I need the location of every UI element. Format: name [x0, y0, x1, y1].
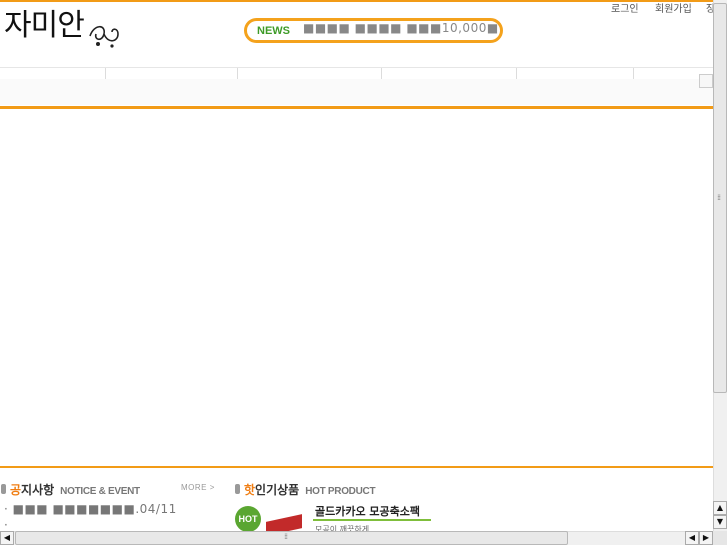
- product-underline: [313, 519, 431, 521]
- scroll-right-button[interactable]: ▶: [699, 531, 713, 545]
- product-name[interactable]: 골드카카오 모공축소팩: [315, 503, 420, 519]
- sub-nav-bar: [0, 79, 713, 105]
- scroll-up-button[interactable]: ▲: [713, 501, 727, 515]
- news-label: NEWS: [257, 25, 290, 37]
- vertical-scroll-thumb[interactable]: ⁞⁞: [713, 3, 727, 393]
- scroll-left-button-right[interactable]: ◀: [685, 531, 699, 545]
- hot-badge: HOT: [235, 506, 261, 532]
- nav-separator: [105, 68, 106, 79]
- section-bullet-icon: [1, 484, 6, 494]
- section-bullet-icon: [235, 484, 240, 494]
- grip-icon: ⁞⁞: [717, 193, 721, 202]
- logo-text: 자미안: [4, 8, 85, 43]
- notice-item[interactable]: · ■■■ ■■■■■■■.04/11: [4, 502, 177, 516]
- join-link[interactable]: 회원가입: [655, 0, 692, 15]
- notice-title: 공지사항 NOTICE & EVENT: [10, 483, 140, 497]
- login-link[interactable]: 로그인: [611, 0, 639, 15]
- nav-separator: [381, 68, 382, 79]
- scroll-left-button[interactable]: ◀: [0, 531, 14, 545]
- content-divider: [0, 466, 713, 468]
- logo-swirl-icon: [89, 25, 119, 48]
- site-logo[interactable]: 자미안: [4, 6, 124, 58]
- header-divider: [0, 106, 713, 109]
- news-ticker[interactable]: NEWS ■■■■ ■■■■ ■■■10,000■ ■..: [244, 18, 503, 43]
- nav-separator: [237, 68, 238, 79]
- grip-icon: ⁞⁞: [284, 532, 288, 541]
- notice-more-link[interactable]: MORE >: [181, 483, 215, 492]
- notice-item[interactable]: ·: [4, 518, 8, 532]
- news-headline[interactable]: ■■■■ ■■■■ ■■■10,000■ ■..: [303, 21, 500, 35]
- hot-product-title: 핫인기상품 HOT PRODUCT: [244, 483, 376, 497]
- nav-separator: [633, 68, 634, 79]
- scrollbar-corner: [713, 531, 727, 545]
- horizontal-scroll-thumb[interactable]: ⁞⁞: [15, 531, 568, 545]
- nav-separator: [516, 68, 517, 79]
- main-nav: [0, 67, 713, 79]
- scroll-down-button[interactable]: ▼: [713, 515, 727, 529]
- nav-toggle-button[interactable]: [699, 74, 713, 88]
